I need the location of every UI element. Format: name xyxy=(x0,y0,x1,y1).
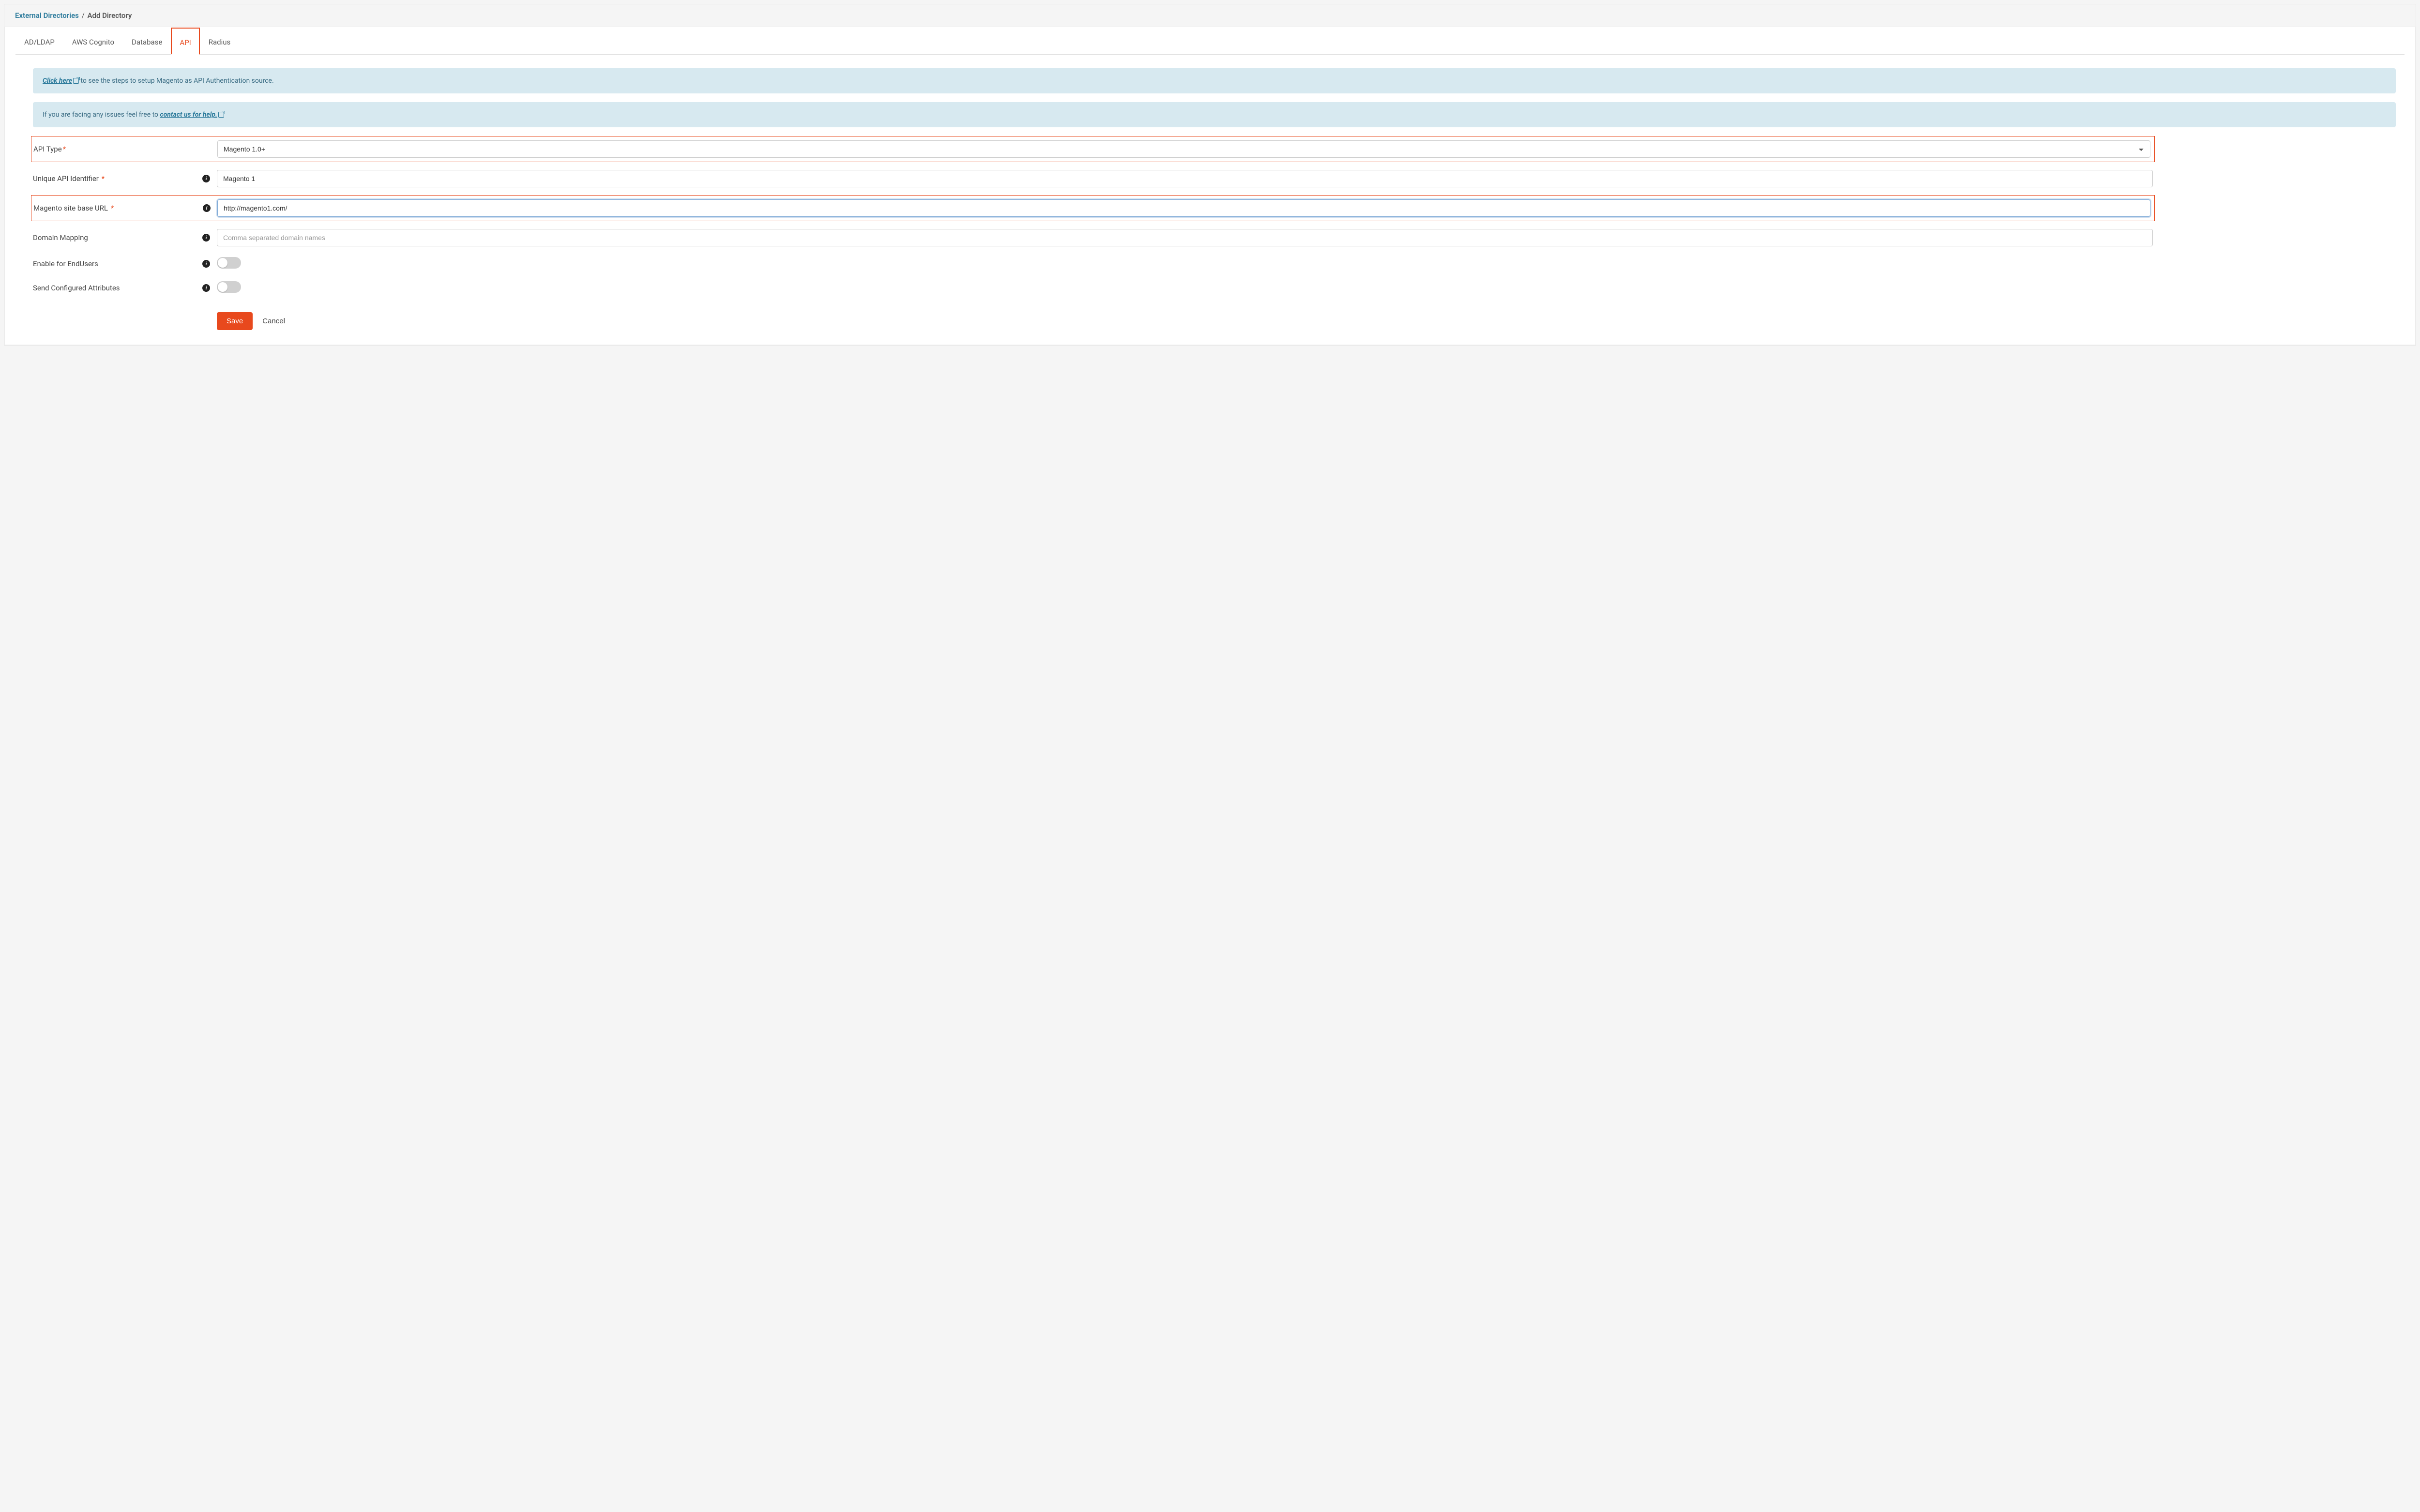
tab-aws-cognito[interactable]: AWS Cognito xyxy=(63,27,123,54)
base-url-row: Magento site base URL * i xyxy=(31,195,2155,221)
domain-mapping-label: Domain Mapping xyxy=(33,233,88,242)
api-type-select[interactable]: Magento 1.0+ xyxy=(217,140,2150,158)
send-attrs-row: Send Configured Attributes i xyxy=(33,278,2153,298)
tab-database[interactable]: Database xyxy=(123,27,171,54)
setup-steps-alert: Click here to see the steps to setup Mag… xyxy=(33,68,2396,93)
identifier-input[interactable] xyxy=(217,170,2153,187)
info-icon[interactable]: i xyxy=(202,284,210,292)
breadcrumb-separator: / xyxy=(82,11,85,20)
contact-help-link[interactable]: contact us for help. xyxy=(160,111,224,119)
contact-help-pre: If you are facing any issues feel free t… xyxy=(43,111,160,119)
info-icon[interactable]: i xyxy=(202,260,210,268)
breadcrumb: External Directories / Add Directory xyxy=(15,11,2405,20)
directory-type-tabs: AD/LDAP AWS Cognito Database API Radius xyxy=(15,27,2405,55)
base-url-label: Magento site base URL * xyxy=(33,204,114,212)
info-icon[interactable]: i xyxy=(202,175,210,182)
external-link-icon xyxy=(218,112,224,118)
enable-endusers-toggle[interactable] xyxy=(217,257,241,269)
setup-steps-link[interactable]: Click here xyxy=(43,77,79,85)
domain-mapping-input[interactable] xyxy=(217,229,2153,246)
domain-mapping-row: Domain Mapping i xyxy=(33,226,2153,249)
setup-steps-text: to see the steps to setup Magento as API… xyxy=(79,77,274,85)
cancel-button[interactable]: Cancel xyxy=(262,317,285,325)
enable-endusers-label: Enable for EndUsers xyxy=(33,259,98,268)
info-icon[interactable]: i xyxy=(202,234,210,242)
send-attrs-label: Send Configured Attributes xyxy=(33,284,120,292)
identifier-row: Unique API Identifier * i xyxy=(33,167,2153,190)
send-attrs-toggle[interactable] xyxy=(217,281,241,293)
breadcrumb-parent-link[interactable]: External Directories xyxy=(15,11,79,20)
tab-api[interactable]: API xyxy=(171,28,199,55)
save-button[interactable]: Save xyxy=(217,312,253,330)
external-link-icon xyxy=(73,78,79,84)
api-type-row: API Type* Magento 1.0+ xyxy=(31,136,2155,162)
api-type-label: API Type* xyxy=(33,145,66,153)
tab-ad-ldap[interactable]: AD/LDAP xyxy=(15,27,63,54)
breadcrumb-current: Add Directory xyxy=(88,11,132,20)
base-url-input[interactable] xyxy=(217,199,2150,217)
enable-endusers-row: Enable for EndUsers i xyxy=(33,254,2153,273)
api-directory-form: API Type* Magento 1.0+ Unique API Identi… xyxy=(15,136,2405,298)
identifier-label: Unique API Identifier * xyxy=(33,174,105,183)
contact-help-alert: If you are facing any issues feel free t… xyxy=(33,102,2396,127)
info-icon[interactable]: i xyxy=(203,204,211,212)
tab-radius[interactable]: Radius xyxy=(200,27,240,54)
